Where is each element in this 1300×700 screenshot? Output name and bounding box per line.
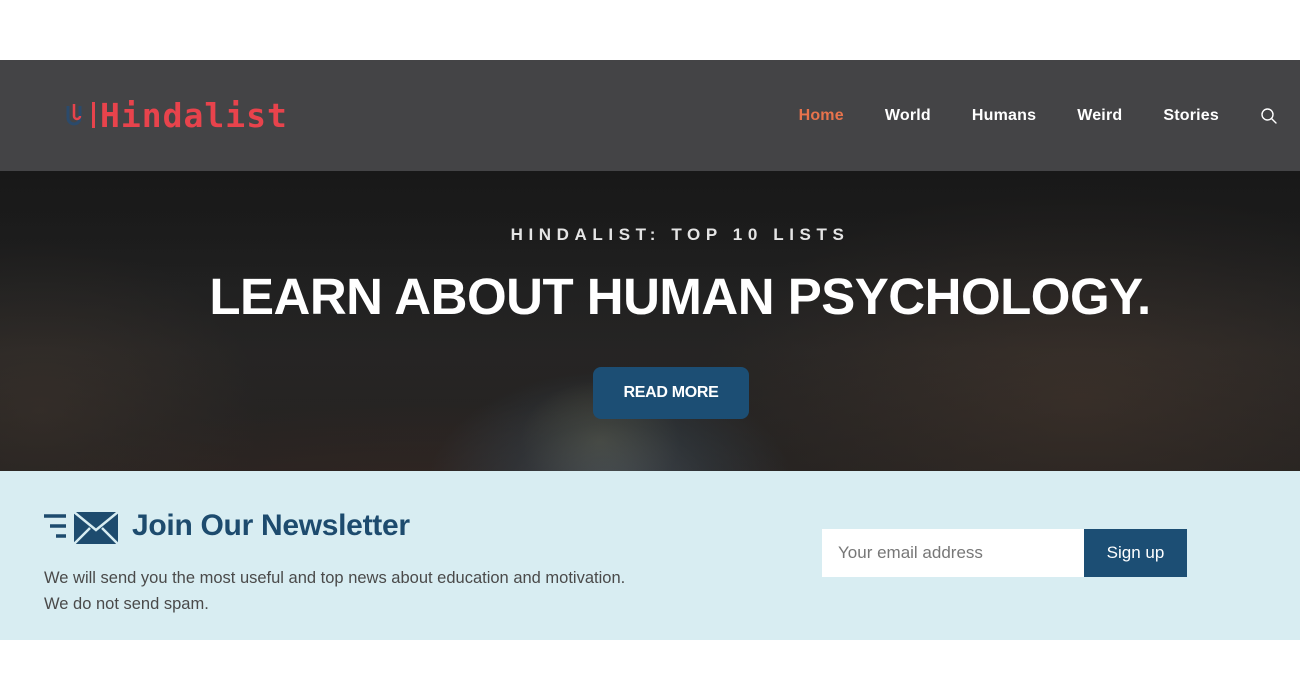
newsletter-description: We will send you the most useful and top… [44,569,626,613]
read-more-button[interactable]: READ MORE [593,367,749,419]
logo-mark-icon [66,104,82,126]
newsletter-mail-icon [44,512,118,544]
logo-text: Hindalist [100,95,288,135]
hero-kicker: HINDALIST: TOP 10 LISTS [510,225,850,244]
signup-button[interactable]: Sign up [1084,529,1187,577]
nav-item-home[interactable]: Home [799,107,844,125]
hero-title: LEARN ABOUT HUMAN PSYCHOLOGY. [209,268,1151,325]
nav-item-stories[interactable]: Stories [1163,107,1219,125]
nav-item-world[interactable]: World [885,107,931,125]
main-nav: Home World Humans Weird Stories [799,60,1300,171]
nav-item-humans[interactable]: Humans [972,107,1036,125]
newsletter-section: Join Our Newsletter We will send you the… [0,471,1300,640]
nav-item-weird[interactable]: Weird [1077,107,1122,125]
email-field[interactable] [822,529,1084,577]
newsletter-title: Join Our Newsletter [132,509,410,542]
logo-divider [92,102,95,128]
hero-banner: HINDALIST: TOP 10 LISTS LEARN ABOUT HUMA… [0,171,1300,471]
site-logo[interactable]: Hindalist [64,98,288,132]
site-header: Hindalist Home World Humans Weird Storie… [0,60,1300,171]
search-icon[interactable] [1260,107,1278,125]
